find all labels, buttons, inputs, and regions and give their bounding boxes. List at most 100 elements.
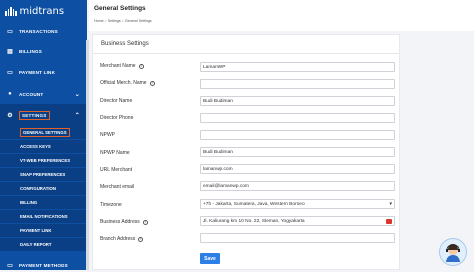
sidebar-item-billings[interactable]: ▤ BILLINGS xyxy=(0,40,87,62)
sidebar-item-settings[interactable]: ⚙ SETTINGS ⌃ xyxy=(0,104,87,126)
submenu-email-notifications[interactable]: EMAIL NOTIFICATIONS xyxy=(0,210,87,223)
branch-address-input[interactable] xyxy=(200,233,395,243)
wallet-icon: ▭ xyxy=(7,262,13,269)
url-merchant-label: URL Merchant xyxy=(100,167,132,173)
page-header: General Settings Home > Settings > Gener… xyxy=(89,0,474,31)
label-text: Branch Address xyxy=(100,236,136,242)
card-icon: ▭ xyxy=(7,28,13,35)
input-value: Jl. Kaliurang km 10 No. 22, Sleman, Yogy… xyxy=(203,218,305,224)
chevron-down-icon: ⌄ xyxy=(74,91,80,98)
label-text: Business Address xyxy=(100,219,140,225)
input-value: Budi Budiman xyxy=(203,149,233,155)
breadcrumb-settings[interactable]: Settings xyxy=(108,19,121,23)
submenu-label: VT-WEB PREFERENCES xyxy=(20,158,71,163)
submenu-billing[interactable]: BILLING xyxy=(0,196,87,209)
npwp-name-input[interactable]: Budi Budiman xyxy=(200,147,395,157)
director-phone-label: Director Phone xyxy=(100,115,133,121)
sidebar-item-label: SETTINGS xyxy=(19,110,50,120)
npwp-input[interactable] xyxy=(200,130,395,140)
label-text: Merchant email xyxy=(100,184,135,190)
label-text: Official Merch. Name xyxy=(100,80,147,86)
breadcrumb: Home > Settings > General Settings xyxy=(94,19,152,23)
submenu-label: DAILY REPORT xyxy=(20,242,52,247)
merchant-name-label: Merchant Name i xyxy=(100,63,144,69)
submenu-label: PAYMENT LINK xyxy=(20,228,52,233)
sidebar-item-label: ACCOUNT xyxy=(19,91,44,97)
npwp-name-label: NPWP Name xyxy=(100,150,130,156)
brand-name: midtrans xyxy=(19,5,65,17)
support-agent-icon xyxy=(446,244,460,262)
user-icon: ● xyxy=(8,91,12,97)
submenu-label: CONFIGURATION xyxy=(20,186,56,191)
director-name-label: Director Name xyxy=(100,98,132,104)
official-merchant-name-input[interactable] xyxy=(200,79,395,89)
breadcrumb-current: General Settings xyxy=(124,19,152,23)
business-settings-card: Business Settings Merchant Name i LamanWP… xyxy=(92,34,400,270)
submenu-label: GENERAL SETTINGS xyxy=(20,128,70,137)
card-title: Business Settings xyxy=(101,41,149,47)
midtrans-logo-icon xyxy=(5,6,17,16)
link-icon: ▭ xyxy=(7,69,13,76)
gear-icon: ⚙ xyxy=(7,112,13,119)
submenu-snap-preferences[interactable]: SNAP PREFERENCES xyxy=(0,168,87,181)
info-icon[interactable]: i xyxy=(149,80,155,86)
merchant-name-input[interactable]: LamanWP xyxy=(200,62,395,72)
chat-support-button[interactable] xyxy=(439,238,467,266)
submenu-configuration[interactable]: CONFIGURATION xyxy=(0,182,87,195)
submenu-access-keys[interactable]: ACCESS KEYS xyxy=(0,140,87,153)
url-merchant-input[interactable]: lamanwp.com xyxy=(200,164,395,174)
director-phone-input[interactable] xyxy=(200,113,395,123)
input-value: email@lamanwp.com xyxy=(203,183,249,189)
submenu-general-settings[interactable]: GENERAL SETTINGS xyxy=(0,126,87,139)
submenu-daily-report[interactable]: DAILY REPORT xyxy=(0,238,87,251)
business-address-input[interactable]: Jl. Kaliurang km 10 No. 22, Sleman, Yogy… xyxy=(200,216,395,226)
branch-address-label: Branch Address i xyxy=(100,236,144,242)
input-value: Budi Budiman xyxy=(203,98,233,104)
label-text: NPWP xyxy=(100,132,115,138)
page-title: General Settings xyxy=(94,5,146,12)
save-button[interactable]: Save xyxy=(200,253,220,264)
merchant-email-input[interactable]: email@lamanwp.com xyxy=(200,181,395,191)
input-value: lamanwp.com xyxy=(203,166,233,172)
label-text: Timezone xyxy=(100,202,122,208)
divider xyxy=(93,53,399,54)
sidebar-item-label: PAYMENT LINK xyxy=(19,69,56,75)
select-value: +7h - Jakarta, Sumatera, Java, Western B… xyxy=(203,201,305,207)
submenu-payment-link[interactable]: PAYMENT LINK xyxy=(0,224,87,237)
sidebar-item-transactions[interactable]: ▭ TRANSACTIONS xyxy=(0,20,87,42)
submenu-label: ACCESS KEYS xyxy=(20,144,51,149)
director-name-input[interactable]: Budi Budiman xyxy=(200,96,395,106)
breadcrumb-home[interactable]: Home xyxy=(94,19,104,23)
brand-logo[interactable]: midtrans xyxy=(0,0,87,22)
sidebar-item-payment-link[interactable]: ▭ PAYMENT LINK xyxy=(0,61,87,83)
label-text: Director Phone xyxy=(100,115,134,121)
merchant-email-label: Merchant email xyxy=(100,184,134,190)
info-icon[interactable]: i xyxy=(142,219,148,225)
submenu-vt-web-preferences[interactable]: VT-WEB PREFERENCES xyxy=(0,154,87,167)
timezone-select[interactable]: +7h - Jakarta, Sumatera, Java, Western B… xyxy=(200,199,395,209)
input-value: LamanWP xyxy=(203,64,226,70)
sidebar-scrollbar[interactable] xyxy=(86,40,89,270)
business-address-label: Business Address i xyxy=(100,219,148,225)
label-text: NPWP Name xyxy=(100,150,130,156)
label-text: Director Name xyxy=(100,98,133,104)
sidebar-item-label: TRANSACTIONS xyxy=(19,28,58,34)
label-text: URL Merchant xyxy=(100,167,133,173)
sidebar-item-account[interactable]: ● ACCOUNT ⌄ xyxy=(0,83,87,105)
info-icon[interactable]: i xyxy=(138,63,144,69)
npwp-label: NPWP xyxy=(100,132,115,138)
timezone-label: Timezone xyxy=(100,202,122,208)
sidebar: midtrans ▭ TRANSACTIONS ▤ BILLINGS ▭ PAY… xyxy=(0,0,87,270)
chevron-down-icon: ▾ xyxy=(389,201,392,207)
submenu-label: BILLING xyxy=(20,200,38,205)
chevron-up-icon: ⌃ xyxy=(74,112,80,119)
sidebar-item-label: PAYMENT METHODS xyxy=(19,262,68,268)
invoice-icon: ▤ xyxy=(7,48,13,55)
info-icon[interactable]: i xyxy=(138,236,144,242)
autofill-icon[interactable] xyxy=(386,219,392,224)
label-text: Merchant Name xyxy=(100,63,136,69)
submenu-label: SNAP PREFERENCES xyxy=(20,172,66,177)
official-merchant-name-label: Official Merch. Name i xyxy=(100,80,155,86)
sidebar-item-label: BILLINGS xyxy=(19,48,43,54)
submenu-label: EMAIL NOTIFICATIONS xyxy=(20,214,68,219)
